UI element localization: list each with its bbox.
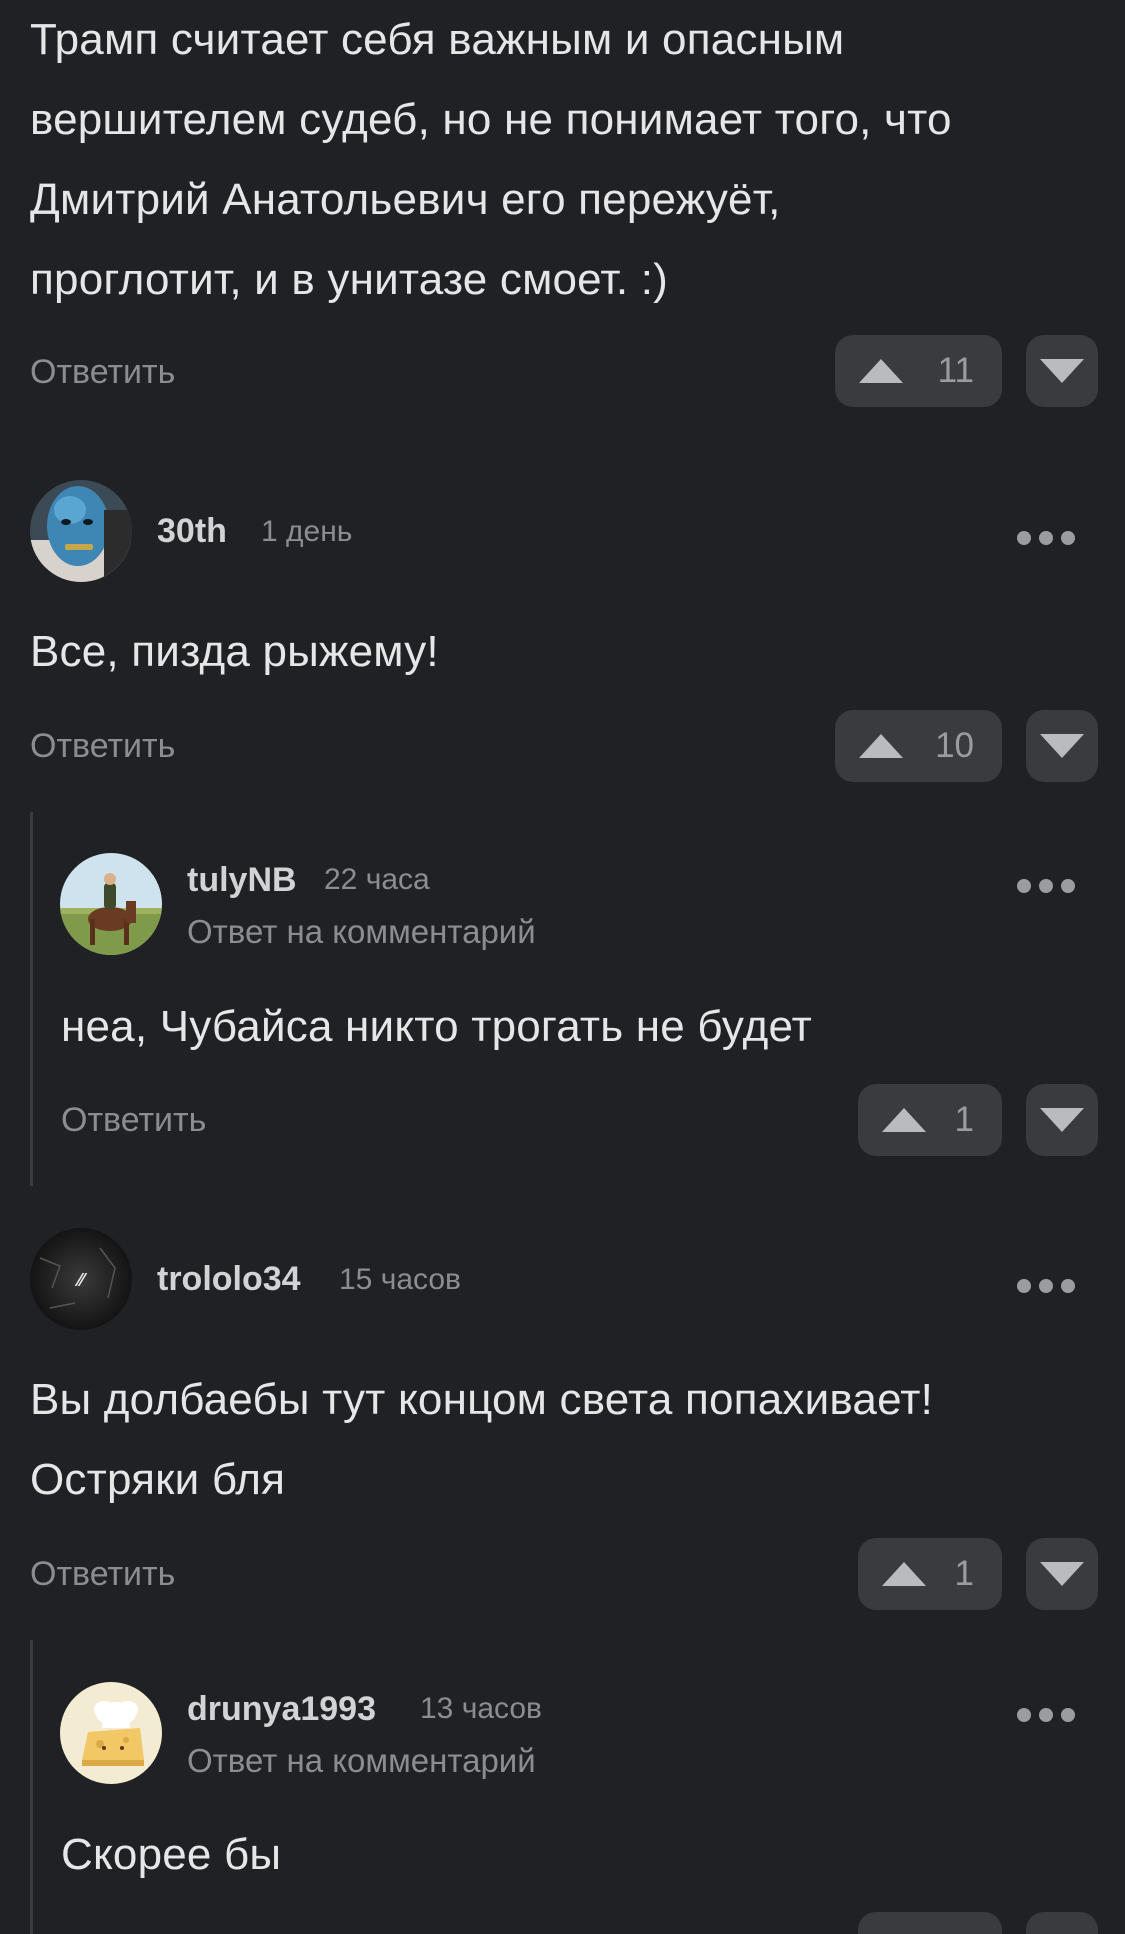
comment-time: 22 часа [324, 863, 430, 896]
avatar[interactable]: ⁄⁄ [30, 1228, 132, 1330]
reply-to-link[interactable]: Ответ на комментарий [187, 1741, 536, 1781]
rating-count: 11 [937, 351, 974, 390]
avatar[interactable] [60, 853, 162, 955]
downvote-button[interactable] [1026, 1912, 1098, 1934]
upvote-arrow-icon [859, 359, 903, 383]
reply-button[interactable]: Ответить [30, 352, 175, 392]
blue-face-avatar-icon [30, 480, 132, 582]
horse-rider-avatar-icon [60, 853, 162, 955]
comment-text: Вы долбаебы тут концом света попахивает!… [30, 1360, 1090, 1520]
upvote-button[interactable]: 1 [858, 1538, 1002, 1610]
more-dot [1017, 531, 1031, 545]
upvote-button[interactable] [858, 1912, 1002, 1934]
thread-line [30, 812, 33, 1186]
comment-text-line: Скорее бы [61, 1830, 282, 1879]
comment-text-line: Вы долбаебы тут концом света попахивает! [30, 1375, 934, 1424]
more-dot [1017, 1708, 1031, 1722]
comment-time: 15 часов [339, 1263, 461, 1296]
downvote-arrow-icon [1040, 359, 1084, 383]
comment-time: 13 часов [420, 1692, 542, 1725]
more-dot [1039, 1279, 1053, 1293]
more-dot [1039, 1708, 1053, 1722]
more-options-icon[interactable] [1017, 1700, 1075, 1730]
more-options-icon[interactable] [1017, 523, 1075, 553]
reply-button[interactable]: Ответить [61, 1100, 206, 1140]
comment-author[interactable]: trololo34 [157, 1259, 301, 1299]
avatar[interactable] [30, 480, 132, 582]
rating-count: 1 [954, 1554, 974, 1593]
more-dot [1061, 879, 1075, 893]
comment-text-line: Все, пизда рыжему! [30, 627, 439, 676]
upvote-button[interactable]: 1 [858, 1084, 1002, 1156]
downvote-button[interactable] [1026, 335, 1098, 407]
comment-text-line: Дмитрий Анатольевич его пережуёт, [30, 175, 781, 224]
more-dot [1061, 1708, 1075, 1722]
more-dot [1017, 1279, 1031, 1293]
comment-text: Скорее бы [61, 1815, 1091, 1895]
comment-author[interactable]: tulyNB [187, 860, 297, 900]
thread-line [30, 1640, 33, 1934]
comment-text-line: Трамп считает себя важным и опасным [30, 15, 845, 64]
comment-text: Трамп считает себя важным и опасным верш… [30, 0, 1090, 320]
more-dot [1039, 531, 1053, 545]
downvote-arrow-icon [1040, 734, 1084, 758]
downvote-arrow-icon [1040, 1108, 1084, 1132]
more-dot [1061, 1279, 1075, 1293]
dark-texture-avatar-icon: ⁄⁄ [30, 1228, 132, 1330]
comment-author[interactable]: 30th [157, 511, 227, 551]
downvote-button[interactable] [1026, 1084, 1098, 1156]
comment-text-line: проглотит, и в унитазе смоет. :) [30, 255, 668, 304]
upvote-arrow-icon [882, 1108, 926, 1132]
downvote-arrow-icon [1040, 1562, 1084, 1586]
reply-button[interactable]: Ответить [30, 726, 175, 766]
comment-author[interactable]: drunya1993 [187, 1689, 376, 1729]
upvote-arrow-icon [882, 1562, 926, 1586]
downvote-button[interactable] [1026, 1538, 1098, 1610]
more-dot [1017, 879, 1031, 893]
downvote-button[interactable] [1026, 710, 1098, 782]
comment-text: неа, Чубайса никто трогать не будет [61, 987, 1091, 1067]
comment-text-line: неа, Чубайса никто трогать не будет [61, 1002, 813, 1051]
more-options-icon[interactable] [1017, 1271, 1075, 1301]
comment-time: 1 день [261, 515, 353, 548]
comment-text: Все, пизда рыжему! [30, 612, 1090, 692]
reply-button[interactable]: Ответить [30, 1554, 175, 1594]
more-dot [1039, 879, 1053, 893]
cheese-chef-avatar-icon [60, 1682, 162, 1784]
rating-count: 10 [935, 726, 974, 765]
comment-text-line: вершителем судеб, но не понимает того, ч… [30, 95, 952, 144]
more-dot [1061, 531, 1075, 545]
upvote-button[interactable]: 10 [835, 710, 1002, 782]
more-options-icon[interactable] [1017, 871, 1075, 901]
rating-count: 1 [954, 1100, 974, 1139]
avatar[interactable] [60, 1682, 162, 1784]
upvote-arrow-icon [859, 734, 903, 758]
upvote-button[interactable]: 11 [835, 335, 1002, 407]
comment-text-line: Остряки бля [30, 1455, 286, 1504]
reply-to-link[interactable]: Ответ на комментарий [187, 912, 536, 952]
